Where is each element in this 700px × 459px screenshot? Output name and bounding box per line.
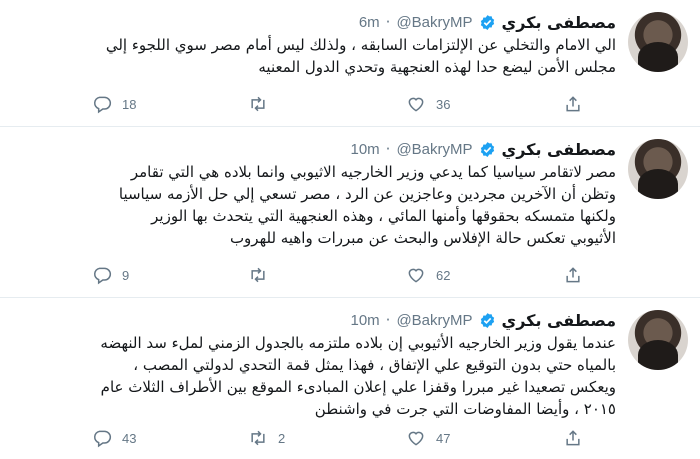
separator-dot: · (385, 140, 391, 158)
tweet-text: الي الامام والتخلي عن الإلتزامات السابقه… (12, 34, 616, 78)
retweet-button[interactable]: 2 (248, 428, 285, 448)
reply-count: 43 (122, 430, 137, 446)
tweet-text-line: مجلس الأمن ليضع حدا لهذه العنجهية وتحدي … (258, 58, 616, 76)
like-button[interactable]: 62 (406, 265, 450, 285)
avatar[interactable] (628, 12, 688, 72)
tweet-actions: 18 36 (0, 94, 700, 118)
separator-dot: · (385, 311, 391, 329)
author-handle[interactable]: @BakryMP (396, 14, 472, 31)
verified-badge-icon (479, 14, 496, 31)
heart-icon (408, 97, 424, 112)
reply-button[interactable]: 18 (92, 94, 136, 114)
timestamp[interactable]: 10m (350, 312, 379, 329)
author-name[interactable]: مصطفى بكري (502, 311, 616, 330)
reply-count: 9 (122, 267, 130, 283)
tweet-text-line: ٢٠١٥ ، وأيضا المفاوضات التي جرت في واشنط… (314, 400, 616, 418)
reply-icon (94, 96, 112, 114)
tweet-feed: مصطفى بكري @BakryMP · 6m الي الامام والت… (0, 0, 700, 459)
timestamp[interactable]: 10m (350, 141, 379, 158)
share-button[interactable] (563, 94, 583, 114)
tweet-card[interactable]: مصطفى بكري @BakryMP · 10m عندما يقول وزي… (0, 298, 700, 459)
avatar[interactable] (628, 139, 688, 199)
share-icon (566, 430, 580, 446)
reply-icon (94, 430, 112, 448)
like-count: 62 (436, 267, 451, 283)
tweet-text: مصر لاتقامر سياسيا كما يدعي وزير الخارجي… (12, 161, 616, 249)
author-handle[interactable]: @BakryMP (396, 141, 472, 158)
like-count: 47 (436, 430, 451, 446)
tweet-text-line: ويعكس تصعيدا غير مبررا وقفزا علي إعلان ا… (100, 378, 616, 396)
author-name[interactable]: مصطفى بكري (502, 13, 616, 32)
tweet-card[interactable]: مصطفى بكري @BakryMP · 6m الي الامام والت… (0, 0, 700, 127)
retweet-icon (251, 267, 265, 283)
tweet-card[interactable]: مصطفى بكري @BakryMP · 10m مصر لاتقامر سي… (0, 127, 700, 298)
heart-icon (408, 431, 424, 446)
share-button[interactable] (563, 428, 583, 448)
avatar[interactable] (628, 310, 688, 370)
retweet-count: 2 (278, 430, 286, 446)
tweet-text-line: الأثيوبي تعكس حالة الإفلاس والبحث عن مبر… (229, 229, 616, 247)
retweet-button[interactable] (248, 94, 278, 114)
like-button[interactable]: 47 (406, 428, 450, 448)
like-button[interactable]: 36 (406, 94, 450, 114)
tweet-header: مصطفى بكري @BakryMP · 6m (359, 11, 616, 33)
share-icon (566, 267, 580, 283)
tweet-text: عندما يقول وزير الخارجيه الأثيوبي إن بلا… (12, 332, 616, 420)
tweet-text-line: عندما يقول وزير الخارجيه الأثيوبي إن بلا… (100, 334, 616, 352)
reply-icon (94, 267, 112, 285)
author-name[interactable]: مصطفى بكري (502, 140, 616, 159)
author-handle[interactable]: @BakryMP (396, 312, 472, 329)
share-button[interactable] (563, 265, 583, 285)
tweet-text-line: الي الامام والتخلي عن الإلتزامات السابقه… (105, 36, 616, 54)
tweet-actions: 43 2 47 (0, 428, 700, 452)
tweet-header: مصطفى بكري @BakryMP · 10m (350, 309, 616, 331)
tweet-text-line: ولكنها متمسكه بحقوقها وأمنها المائي ، وه… (151, 207, 616, 225)
tweet-text-line: مصر لاتقامر سياسيا كما يدعي وزير الخارجي… (130, 163, 616, 181)
verified-badge-icon (479, 141, 496, 158)
retweet-button[interactable] (248, 265, 278, 285)
heart-icon (408, 268, 424, 283)
verified-badge-icon (479, 312, 496, 329)
reply-button[interactable]: 9 (92, 265, 129, 285)
tweet-header: مصطفى بكري @BakryMP · 10m (350, 138, 616, 160)
tweet-text-line: وتظن أن الآخرين مجردين وعاجزين عن الرد ،… (118, 185, 616, 203)
separator-dot: · (385, 13, 391, 31)
retweet-icon (251, 96, 265, 112)
retweet-icon (251, 430, 265, 446)
tweet-text-line: بالمياه حتي بدون التوقيع علي الإتفاق ، ف… (133, 356, 616, 374)
share-icon (566, 96, 580, 112)
timestamp[interactable]: 6m (359, 14, 380, 31)
like-count: 36 (436, 96, 451, 112)
reply-count: 18 (122, 96, 137, 112)
tweet-actions: 9 62 (0, 265, 700, 289)
reply-button[interactable]: 43 (92, 428, 136, 448)
